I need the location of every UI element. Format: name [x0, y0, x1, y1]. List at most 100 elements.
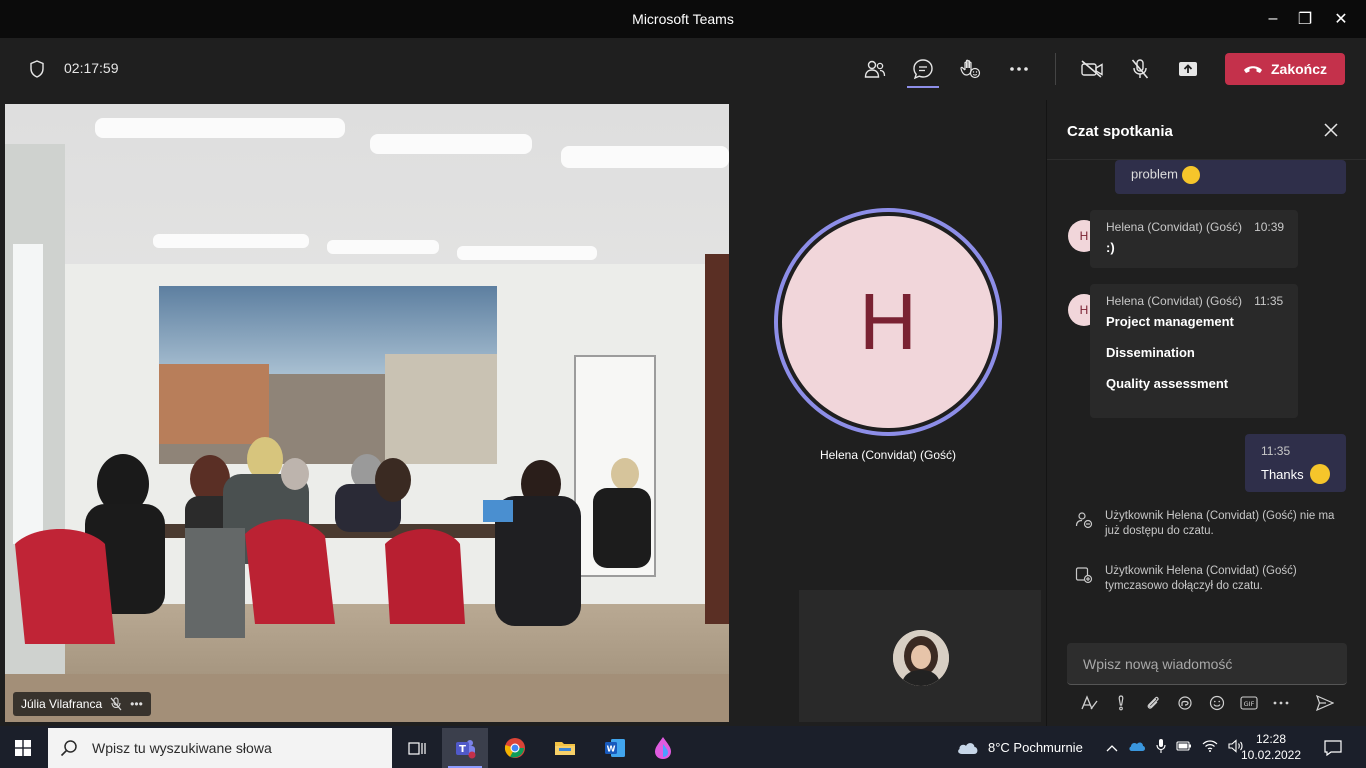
avatar-initial: H [1079, 303, 1089, 317]
chat-message[interactable]: Helena (Convidat) (Gość) 11:35 Project ma… [1090, 284, 1298, 418]
camera-off-icon [1081, 60, 1103, 78]
own-chat-message[interactable]: 11:35 Thanks [1245, 434, 1346, 492]
window-title: Microsoft Teams [632, 11, 734, 27]
self-avatar [893, 630, 949, 686]
system-tray [1106, 726, 1244, 768]
compose-toolbar: GIF [1073, 692, 1363, 714]
system-message-text: Użytkownik Helena (Convidat) (Gość) nie … [1105, 510, 1335, 537]
system-message: Użytkownik Helena (Convidat) (Gość) tymc… [1075, 564, 1345, 594]
smile-emoji-icon [1309, 464, 1330, 484]
start-button[interactable] [0, 728, 46, 768]
message-time: 11:35 [1254, 294, 1284, 308]
participant-video[interactable]: Júlia Vilafranca ••• [5, 104, 729, 722]
leave-meeting-label: Zakończ [1270, 61, 1327, 77]
message-author: Helena (Convidat) (Gość) [1106, 294, 1243, 308]
chat-message[interactable]: Helena (Convidat) (Gość) 10:39 :) [1090, 210, 1298, 268]
svg-text:T: T [459, 744, 466, 755]
participants-button[interactable] [862, 56, 888, 82]
maximize-icon: ❐ [1297, 11, 1313, 28]
taskbar-search[interactable]: Wpisz tu wyszukiwane słowa [48, 728, 392, 768]
people-icon [864, 60, 886, 78]
chevron-up-icon[interactable] [1106, 740, 1118, 755]
chat-header: Czat spotkania [1047, 100, 1366, 160]
svg-text:GIF: GIF [1244, 700, 1255, 708]
taskbar-chrome[interactable] [492, 728, 538, 768]
microphone-icon[interactable] [1156, 738, 1166, 757]
phone-hangup-icon [1243, 66, 1262, 73]
notification-icon [1324, 740, 1342, 756]
taskbar-paint[interactable] [640, 728, 686, 768]
mic-toggle-button[interactable] [1128, 56, 1152, 82]
paint-drop-icon [655, 737, 671, 759]
meeting-stage: Júlia Vilafranca ••• H Helena (Convidat)… [0, 100, 1046, 726]
taskbar-word[interactable]: W [592, 728, 638, 768]
task-view-icon [408, 742, 426, 755]
search-icon [60, 740, 77, 757]
message-text: :) [1106, 240, 1115, 255]
message-author: Helena (Convidat) (Gość) [1106, 220, 1243, 234]
system-message-text: Użytkownik Helena (Convidat) (Gość) tymc… [1105, 565, 1297, 592]
participant-name: Júlia Vilafranca [21, 697, 103, 711]
meeting-timer: 02:17:59 [64, 60, 119, 76]
toolbar-divider [1055, 53, 1056, 85]
message-text: Thanks [1261, 466, 1304, 482]
search-placeholder: Wpisz tu wyszukiwane słowa [92, 740, 272, 756]
task-view-button[interactable] [394, 728, 440, 768]
gif-icon[interactable]: GIF [1233, 696, 1265, 710]
windows-logo-icon [15, 740, 31, 756]
clock-date: 10.02.2022 [1240, 748, 1302, 762]
taskbar-teams[interactable]: T [442, 728, 488, 768]
emoji-icon[interactable] [1201, 695, 1233, 711]
leave-meeting-button[interactable]: Zakończ [1225, 53, 1345, 85]
mic-off-icon [110, 697, 122, 711]
meeting-toolbar: 02:17:59 Zakończ [0, 38, 1366, 100]
camera-toggle-button[interactable] [1078, 56, 1106, 82]
battery-icon[interactable] [1176, 740, 1192, 755]
self-video-tile[interactable] [799, 590, 1041, 722]
send-icon[interactable] [1309, 695, 1341, 711]
participant-more-icon[interactable]: ••• [130, 697, 143, 711]
avatar-initial: H [859, 277, 917, 366]
chrome-icon [504, 738, 525, 758]
conference-room-video [5, 104, 729, 722]
share-icon [1179, 62, 1197, 76]
participant-tile-helena[interactable]: H Helena (Convidat) (Gość) [740, 100, 1046, 580]
participant-name-pill: Júlia Vilafranca ••• [13, 692, 151, 716]
avatar-initial: H [1079, 229, 1089, 243]
compose-input[interactable] [1083, 655, 1331, 672]
format-icon[interactable] [1073, 695, 1105, 711]
user-added-icon [1075, 567, 1093, 584]
onedrive-icon[interactable] [1128, 740, 1146, 755]
close-chat-button[interactable] [1321, 120, 1341, 140]
word-icon: W [605, 739, 625, 757]
chat-title: Czat spotkania [1067, 123, 1173, 140]
attach-icon[interactable] [1137, 695, 1169, 711]
shield-icon[interactable] [26, 58, 48, 80]
teams-icon: T [456, 740, 476, 759]
more-compose-options-icon[interactable] [1265, 701, 1297, 705]
cloud-icon [958, 743, 978, 754]
wifi-icon[interactable] [1202, 739, 1218, 756]
chat-button[interactable] [909, 56, 937, 82]
compose-box[interactable] [1067, 643, 1347, 685]
speaking-ring: H [774, 208, 1002, 436]
reactions-button[interactable] [957, 56, 983, 82]
close-window-button[interactable]: ✕ [1318, 0, 1364, 38]
weather-widget[interactable]: 8°C Pochmurnie [956, 726, 1083, 768]
clock[interactable]: 12:28 10.02.2022 [1241, 726, 1301, 768]
clock-time: 12:28 [1255, 732, 1287, 746]
more-options-button[interactable] [1006, 56, 1032, 82]
message-time: 10:39 [1254, 220, 1285, 234]
message-line: Quality assessment [1106, 376, 1229, 391]
taskbar-file-explorer[interactable] [542, 728, 588, 768]
minimize-icon: – [1268, 10, 1278, 27]
loop-icon[interactable] [1169, 695, 1201, 711]
raise-hand-icon [960, 59, 981, 79]
notifications-button[interactable] [1310, 728, 1356, 768]
message-line: Project management [1106, 314, 1234, 329]
close-icon: ✕ [1334, 11, 1348, 28]
important-icon[interactable] [1105, 695, 1137, 711]
share-screen-button[interactable] [1175, 56, 1201, 82]
weather-text: 8°C Pochmurnie [988, 739, 1083, 755]
svg-text:W: W [607, 745, 616, 754]
